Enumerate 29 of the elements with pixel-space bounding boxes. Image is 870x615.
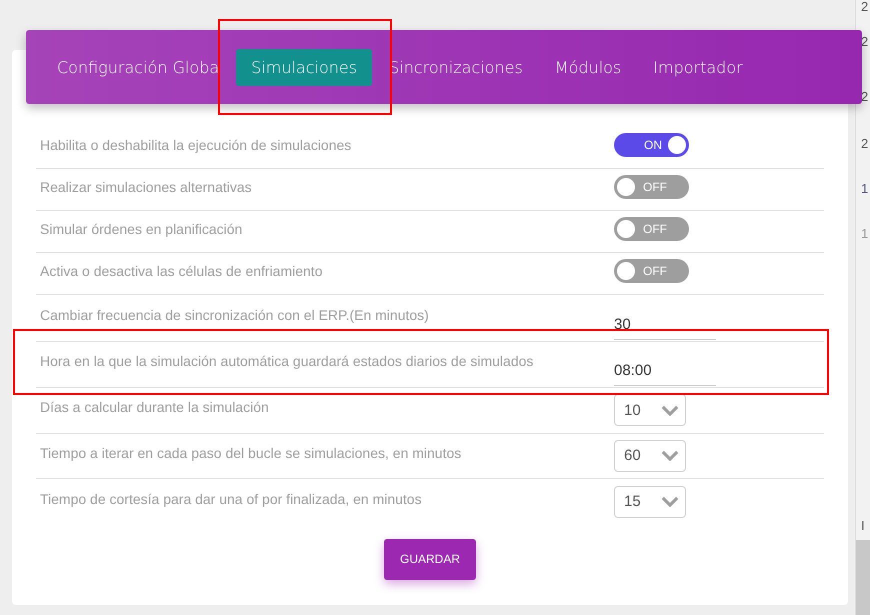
side-text: 2 [861, 136, 868, 151]
setting-label: Tiempo de cortesía para dar una of por finalizada, en minutos [39, 490, 423, 509]
tab[interactable]: Sincronizaciones [374, 48, 538, 86]
setting-label: Días a calcular durante la simulación [39, 399, 270, 418]
setting-label: Activa o desactiva las células de enfriamiento [39, 262, 324, 280]
side-text: 1 [861, 181, 868, 196]
side-text: 2 [861, 89, 868, 104]
tab[interactable]: Importador [638, 48, 758, 86]
chevron-down-icon [661, 450, 679, 462]
select-field[interactable]: 60 [614, 440, 686, 472]
chevron-down-icon [661, 496, 679, 508]
chevron-down-icon [661, 404, 679, 416]
setting-label: Cambiar frecuencia de sincronización con el ERP.(En minutos) [39, 306, 430, 325]
tab[interactable]: Configuración Globa [42, 48, 234, 86]
side-text: I [861, 518, 865, 533]
tab[interactable]: Simulaciones [236, 48, 372, 86]
setting-label: Habilita o deshabilita la ejecución de simulaciones [39, 136, 352, 155]
toggle-switch[interactable]: ON [614, 133, 689, 157]
setting-label: Hora en la que la simulación automática guardará estados diarios de simulados [39, 353, 534, 372]
side-text: 2 [861, 0, 868, 14]
setting-label: Simular órdenes en planificación [39, 220, 244, 239]
save-button[interactable]: GUARDAR [384, 538, 476, 580]
select-field[interactable]: 15 [614, 486, 686, 518]
setting-label: Realizar simulaciones alternativas [39, 178, 253, 196]
select-field[interactable]: 10 [614, 394, 686, 426]
tab[interactable]: Módulos [540, 48, 636, 86]
side-text: 2 [861, 34, 868, 49]
setting-label: Tiempo a iterar en cada paso del bucle se simulaciones, en minutos [39, 444, 462, 463]
side-text: 1 [861, 226, 868, 241]
